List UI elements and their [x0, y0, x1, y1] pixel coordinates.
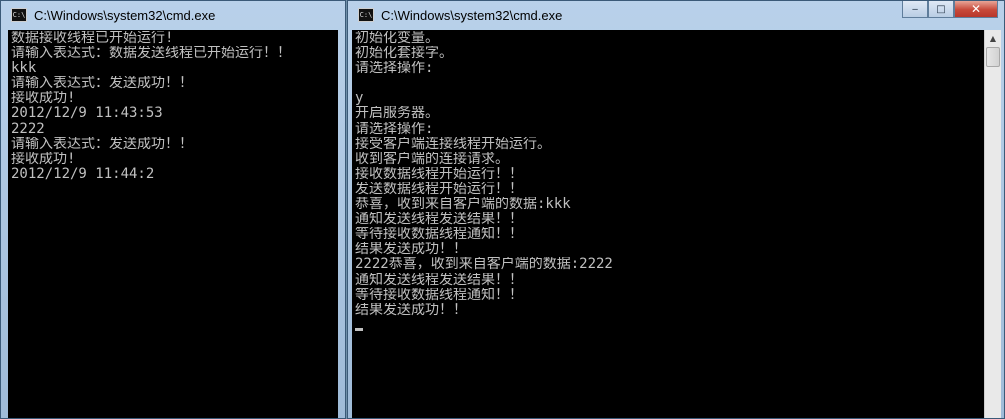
console-line: 接收成功!: [11, 91, 76, 107]
console-line: 结果发送成功！！: [355, 242, 467, 258]
console-line: 结果发送成功！！: [355, 302, 467, 318]
console-line: 2222恭喜，收到来自客户端的数据:2222: [355, 257, 613, 273]
minimize-icon[interactable]: ‒: [902, 1, 928, 18]
console-line: 恭喜，收到来自客户端的数据:kkk: [355, 197, 571, 213]
console-line: 初始化套接字。: [355, 46, 453, 62]
window-controls: ‒ □ ✕: [902, 1, 998, 18]
window-title: C:\Windows\system32\cmd.exe: [381, 7, 563, 23]
console-line: 等待接收数据线程通知！！: [355, 227, 523, 243]
console-output[interactable]: 初始化变量。 初始化套接字。 请选择操作: y 开启服务器。 请选择操作: 接受…: [352, 30, 984, 418]
console-line: 接收成功!: [11, 151, 76, 167]
console-line: 收到客户端的连接请求。: [355, 151, 509, 167]
console-line: 2012/12/9 11:43:53: [11, 106, 163, 122]
right-titlebar[interactable]: C:\ C:\Windows\system32\cmd.exe ‒ □ ✕: [348, 1, 1004, 29]
close-icon[interactable]: ✕: [954, 1, 998, 18]
scroll-thumb[interactable]: [986, 47, 1000, 67]
console-line: 2012/12/9 11:44:2: [11, 166, 155, 182]
console-line: 请输入表达式：发送成功！！: [11, 76, 193, 92]
console-output[interactable]: 数据接收线程已开始运行! 请输入表达式：数据发送线程已开始运行！！ kkk 请输…: [8, 30, 338, 418]
console-line: 通知发送线程发送结果！！: [355, 272, 523, 288]
left-cmd-window[interactable]: C:\ C:\Windows\system32\cmd.exe 数据接收线程已开…: [0, 0, 346, 419]
cmd-icon: C:\: [11, 8, 27, 22]
console-line: 请输入表达式：数据发送线程已开始运行！！: [11, 46, 291, 62]
console-line: 请输入表达式：发送成功！！: [11, 136, 193, 152]
console-line: 初始化变量。: [355, 31, 439, 46]
cmd-icon: C:\: [358, 8, 374, 22]
console-line: 2222: [11, 121, 45, 137]
right-cmd-window[interactable]: C:\ C:\Windows\system32\cmd.exe ‒ □ ✕ 初始…: [347, 0, 1005, 419]
scroll-up-icon[interactable]: ▲: [985, 30, 1001, 47]
console-line: kkk: [11, 61, 37, 77]
console-line: 接收数据线程开始运行！！: [355, 166, 523, 182]
text-cursor: [355, 327, 363, 331]
console-line: y: [355, 91, 364, 107]
console-line: 接受客户端连接线程开始运行。: [355, 136, 551, 152]
console-line: 请选择操作:: [355, 121, 434, 137]
console-cursor-line: [355, 318, 984, 333]
window-title: C:\Windows\system32\cmd.exe: [34, 7, 216, 23]
console-line: 数据接收线程已开始运行!: [11, 31, 174, 46]
left-titlebar[interactable]: C:\ C:\Windows\system32\cmd.exe: [1, 1, 345, 29]
vertical-scrollbar[interactable]: ▲: [984, 30, 1001, 418]
console-line: 请选择操作:: [355, 61, 434, 77]
console-line: 等待接收数据线程通知！！: [355, 287, 523, 303]
console-line: 开启服务器。: [355, 106, 439, 122]
maximize-icon[interactable]: □: [928, 1, 954, 18]
console-line: 通知发送线程发送结果！！: [355, 212, 523, 228]
console-line: 发送数据线程开始运行！！: [355, 181, 523, 197]
